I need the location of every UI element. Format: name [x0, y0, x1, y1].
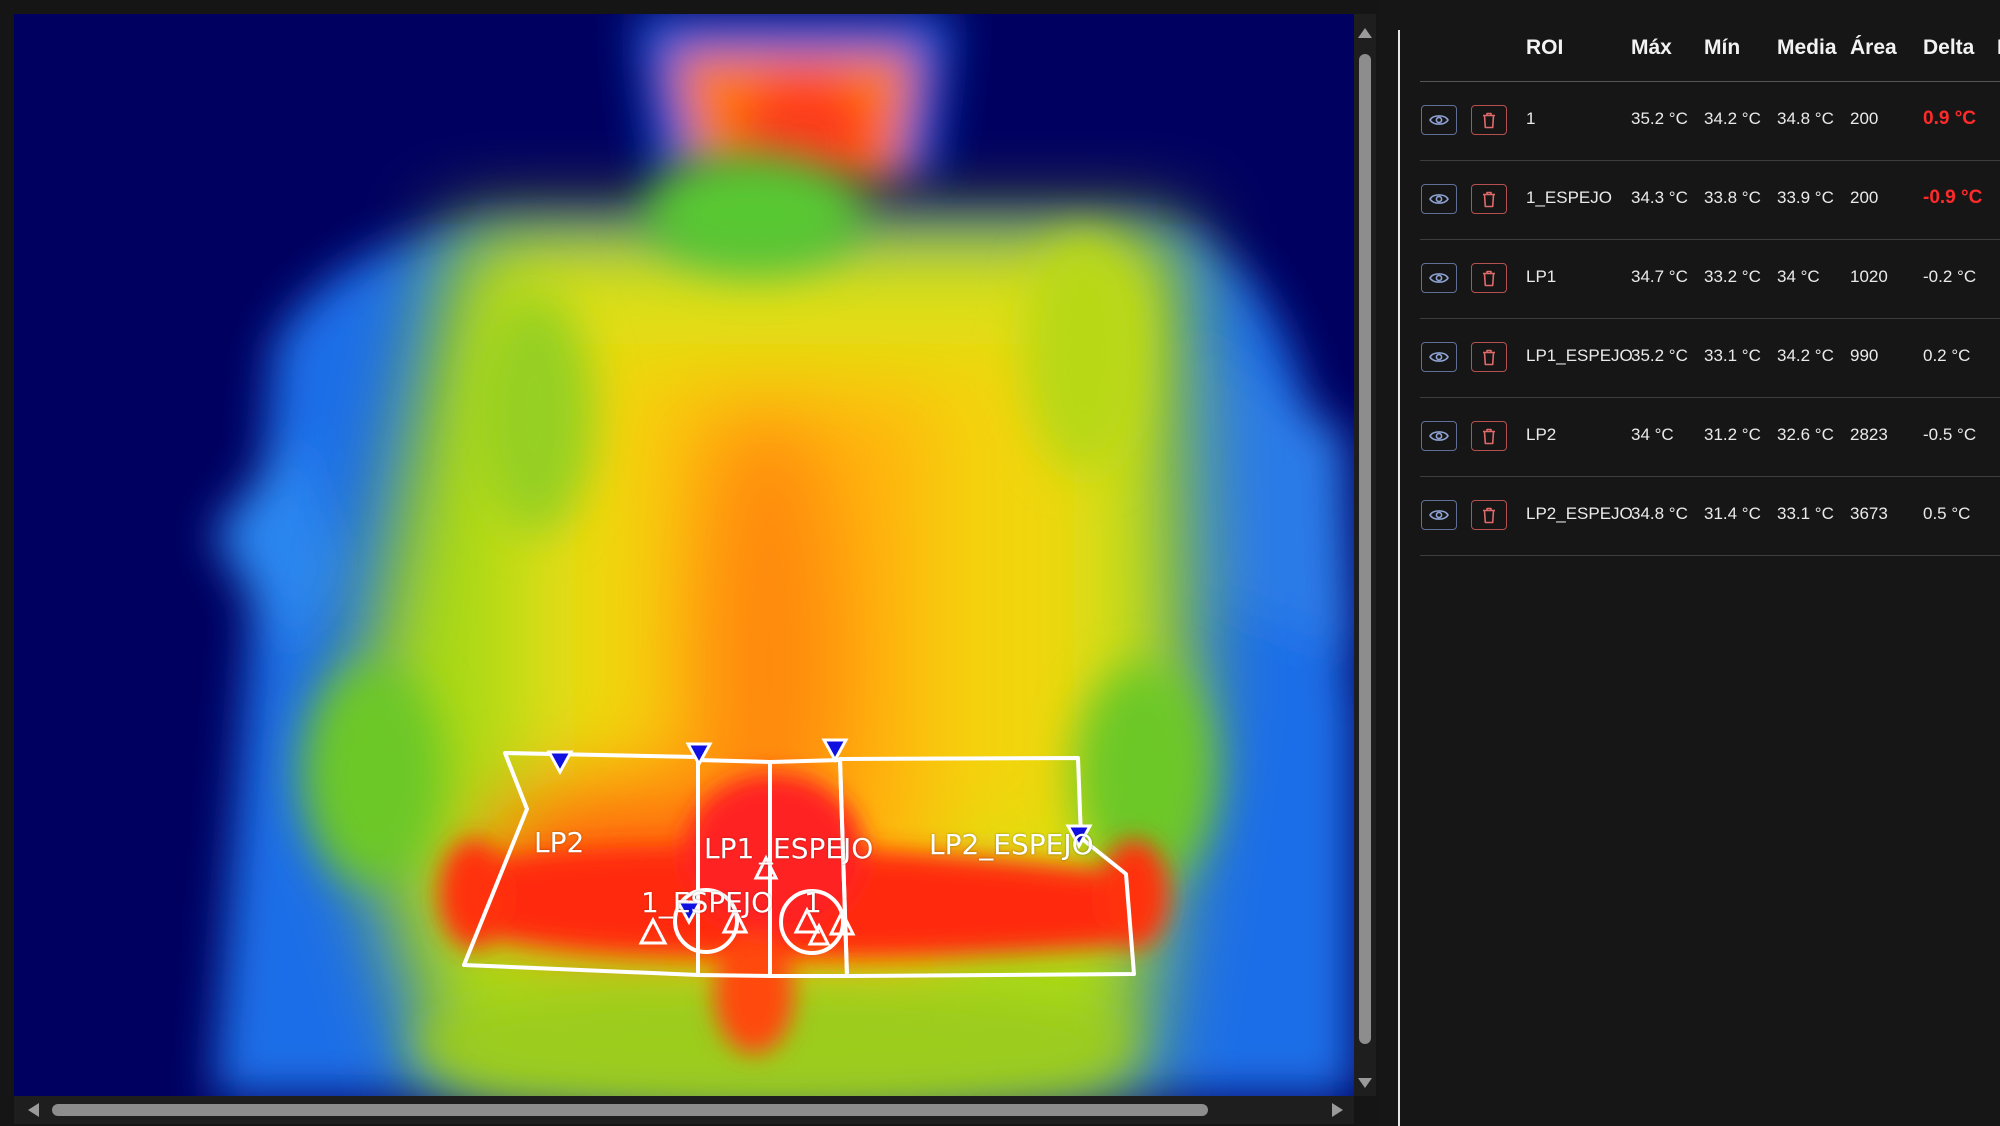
eye-icon: [1429, 510, 1449, 520]
roi-min: 33.8 °C: [1704, 188, 1761, 207]
roi-name: LP2_ESPEJO: [1526, 504, 1633, 523]
toggle-visibility-button[interactable]: [1421, 105, 1457, 135]
roi-min: 34.2 °C: [1704, 109, 1761, 128]
trash-icon: [1483, 112, 1495, 128]
roi-min: 31.4 °C: [1704, 504, 1761, 523]
toggle-visibility-button[interactable]: [1421, 421, 1457, 451]
roi-mean: 33.1 °C: [1777, 504, 1834, 523]
roi-delta: -0.9 °C: [1923, 187, 1983, 208]
scroll-down-arrow-icon[interactable]: [1358, 1078, 1372, 1088]
roi-area: 2823: [1850, 425, 1888, 444]
trash-icon: [1483, 270, 1495, 286]
roi-name: 1: [1526, 109, 1536, 128]
roi-mean: 34.8 °C: [1777, 109, 1834, 128]
toggle-visibility-button[interactable]: [1421, 263, 1457, 293]
roi-max: 34.7 °C: [1631, 267, 1688, 286]
roi-area: 1020: [1850, 267, 1888, 286]
delete-roi-button[interactable]: [1471, 105, 1507, 135]
toggle-visibility-button[interactable]: [1421, 184, 1457, 214]
roi-delta: 0.5 °C: [1923, 504, 1971, 523]
roi-max: 35.2 °C: [1631, 346, 1688, 365]
toggle-visibility-button[interactable]: [1421, 500, 1457, 530]
roi-name: 1_ESPEJO: [1526, 188, 1612, 207]
header-mean: Media: [1777, 36, 1837, 59]
roi-max: 34.3 °C: [1631, 188, 1688, 207]
table-row[interactable]: LP2_ESPEJO 34.8 °C 31.4 °C 33.1 °C 3673 …: [1400, 477, 2000, 556]
header-area: Área: [1850, 36, 1897, 59]
roi-min: 33.1 °C: [1704, 346, 1761, 365]
roi-name: LP1_ESPEJO: [1526, 346, 1633, 365]
scroll-right-arrow-icon[interactable]: [1332, 1103, 1343, 1117]
vertical-scroll-thumb[interactable]: [1359, 54, 1371, 1044]
table-row[interactable]: LP1 34.7 °C 33.2 °C 34 °C 1020 -0.2 °C: [1400, 240, 2000, 319]
toggle-visibility-button[interactable]: [1421, 342, 1457, 372]
roi-area: 200: [1850, 188, 1879, 207]
roi-delta: -0.2 °C: [1923, 267, 1977, 286]
delete-roi-button[interactable]: [1471, 184, 1507, 214]
delete-roi-button[interactable]: [1471, 342, 1507, 372]
table-row[interactable]: LP2 34 °C 31.2 °C 32.6 °C 2823 -0.5 °C: [1400, 398, 2000, 477]
trash-icon: [1483, 507, 1495, 523]
roi-max: 35.2 °C: [1631, 109, 1688, 128]
trash-icon: [1483, 428, 1495, 444]
thermal-image-viewer: LP2 LP1 _ESPEJO LP2_ESPEJO 1_ESPEJO 1: [0, 0, 1380, 1126]
trash-icon: [1483, 191, 1495, 207]
roi-min: 31.2 °C: [1704, 425, 1761, 444]
roi-mean: 34.2 °C: [1777, 346, 1834, 365]
roi-area: 3673: [1850, 504, 1888, 523]
header-delta: Delta: [1923, 36, 1975, 59]
eye-icon: [1429, 352, 1449, 362]
delete-roi-button[interactable]: [1471, 421, 1507, 451]
table-row[interactable]: LP1_ESPEJO 35.2 °C 33.1 °C 34.2 °C 990 0…: [1400, 319, 2000, 398]
roi-max: 34.8 °C: [1631, 504, 1688, 523]
roi-name: LP1: [1526, 267, 1557, 286]
roi-delta: 0.2 °C: [1923, 346, 1971, 365]
trash-icon: [1483, 349, 1495, 365]
eye-icon: [1429, 194, 1449, 204]
table-row[interactable]: 1 35.2 °C 34.2 °C 34.8 °C 200 0.9 °C: [1400, 82, 2000, 161]
roi-min: 33.2 °C: [1704, 267, 1761, 286]
horizontal-scroll-thumb[interactable]: [52, 1104, 1208, 1116]
scroll-left-arrow-icon[interactable]: [28, 1103, 39, 1117]
table-row[interactable]: 1_ESPEJO 34.3 °C 33.8 °C 33.9 °C 200 -0.…: [1400, 161, 2000, 240]
roi-area: 990: [1850, 346, 1879, 365]
thermal-image[interactable]: [14, 14, 1354, 1096]
roi-table-panel: ROI Máx Mín Media Área Delta I 1 35.2 °C…: [1400, 0, 2000, 1126]
roi-name: LP2: [1526, 425, 1557, 444]
roi-area: 200: [1850, 109, 1879, 128]
horizontal-scrollbar[interactable]: [14, 1096, 1354, 1124]
scroll-up-arrow-icon[interactable]: [1358, 28, 1372, 38]
header-roi: ROI: [1526, 36, 1564, 59]
eye-icon: [1429, 273, 1449, 283]
delete-roi-button[interactable]: [1471, 263, 1507, 293]
row-divider: [1420, 555, 2000, 556]
eye-icon: [1429, 431, 1449, 441]
image-viewport[interactable]: LP2 LP1 _ESPEJO LP2_ESPEJO 1_ESPEJO 1: [14, 14, 1354, 1096]
roi-max: 34 °C: [1631, 425, 1674, 444]
delete-roi-button[interactable]: [1471, 500, 1507, 530]
roi-mean: 33.9 °C: [1777, 188, 1834, 207]
roi-delta: 0.9 °C: [1923, 108, 1977, 129]
roi-mean: 32.6 °C: [1777, 425, 1834, 444]
vertical-scrollbar[interactable]: [1354, 14, 1376, 1096]
roi-mean: 34 °C: [1777, 267, 1820, 286]
eye-icon: [1429, 115, 1449, 125]
header-min: Mín: [1704, 36, 1741, 59]
roi-delta: -0.5 °C: [1923, 425, 1977, 444]
header-max: Máx: [1631, 36, 1672, 59]
